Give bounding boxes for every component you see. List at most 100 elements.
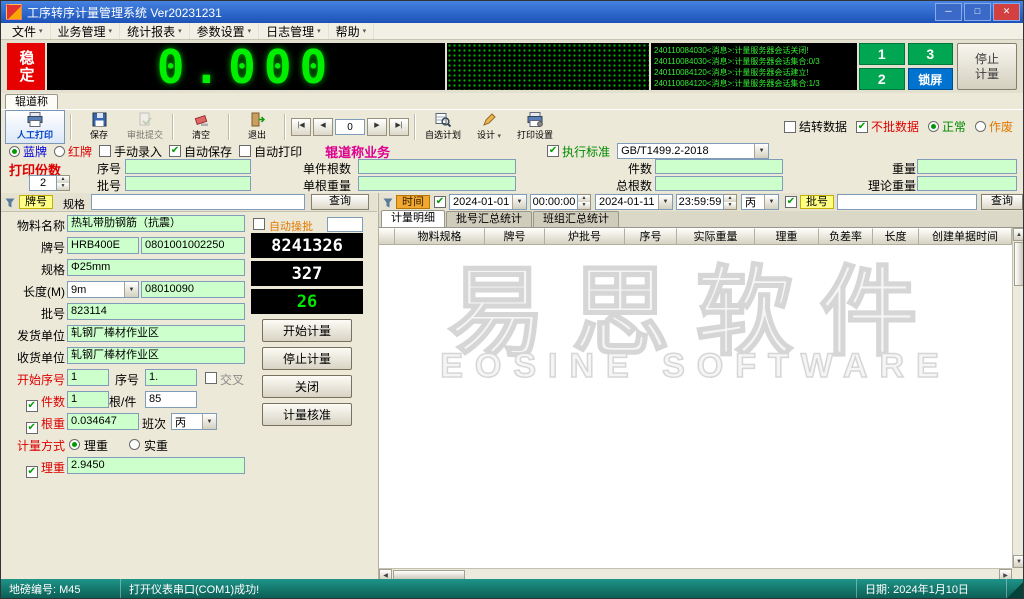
time-filter-chip[interactable]: 时间 (396, 195, 430, 209)
col-heat-lot[interactable]: 炉批号 (545, 228, 625, 245)
tab-team-summary[interactable]: 班组汇总统计 (533, 211, 619, 227)
lock-screen-button[interactable]: 锁屏 (908, 68, 954, 90)
exit-button[interactable]: 退出 (235, 110, 279, 144)
col-theory-weight[interactable]: 理重 (755, 228, 819, 245)
sender-input[interactable]: 轧钢厂棒材作业区 (67, 325, 245, 342)
standard-checkbox[interactable]: ✔ (547, 145, 559, 157)
submit-approval-button[interactable]: 审批提交 (123, 110, 167, 144)
roots-per-piece-input[interactable]: 85 (145, 391, 197, 408)
start-weighing-button[interactable]: 开始计量 (262, 319, 352, 342)
save-button[interactable]: 保存 (77, 110, 121, 144)
spin-up-icon[interactable]: ▲ (724, 195, 736, 202)
carry-data-checkbox[interactable] (784, 121, 796, 133)
manual-entry-checkbox[interactable] (99, 145, 111, 157)
red-tag-radio[interactable] (54, 146, 65, 157)
spec-input[interactable]: Φ25mm (67, 259, 245, 276)
design-button[interactable]: 设计 ▾ (467, 110, 511, 144)
nav-first-button[interactable]: |◀ (291, 118, 311, 136)
pieces-checkbox[interactable]: ✔ (26, 400, 38, 412)
tab-weighing-detail[interactable]: 计量明细 (381, 210, 445, 227)
col-material-spec[interactable]: 物料规格 (395, 228, 485, 245)
theory-checkbox[interactable]: ✔ (26, 466, 38, 478)
length-select[interactable]: 9m▼ (67, 281, 139, 298)
date-from-picker[interactable]: 2024-01-01▼ (449, 194, 527, 210)
auto-save-checkbox[interactable]: ✔ (169, 145, 181, 157)
close-panel-button[interactable]: 关闭 (262, 375, 352, 398)
seq2-input[interactable]: 1. (145, 369, 197, 386)
auto-batch-checkbox[interactable] (253, 218, 265, 230)
no-batch-checkbox[interactable]: ✔ (856, 121, 868, 133)
stop-weighing-big-button[interactable]: 停止计量 (957, 43, 1017, 90)
spec-filter-input[interactable] (91, 194, 305, 210)
nav-next-button[interactable]: ▶ (367, 118, 387, 136)
menu-item-business[interactable]: 业务管理▾ (51, 23, 121, 39)
manual-print-button[interactable]: 人工打印 (5, 110, 65, 144)
right-search-button[interactable]: 查询 (981, 194, 1023, 210)
resize-grip[interactable] (1007, 579, 1023, 598)
col-brand[interactable]: 牌号 (485, 228, 545, 245)
seq-input[interactable] (125, 159, 251, 174)
length-code-input[interactable]: 08010090 (141, 281, 245, 298)
lot-input[interactable]: 823114 (67, 303, 245, 320)
scroll-down-icon[interactable]: ▼ (1013, 555, 1024, 568)
material-name-input[interactable]: 热轧带肋钢筋（抗震） (67, 215, 245, 232)
method-actual-radio[interactable] (129, 439, 140, 450)
nav-prev-button[interactable]: ◀ (313, 118, 333, 136)
shift-filter-select[interactable]: 丙▼ (741, 194, 779, 210)
pieces-form-input[interactable]: 1 (67, 391, 109, 408)
time-to-stepper[interactable]: 23:59:59▲▼ (676, 194, 737, 210)
col-seq[interactable]: 序号 (625, 228, 677, 245)
total-roots-input[interactable] (655, 176, 783, 191)
root-weight-input[interactable]: 0.034647 (67, 413, 139, 430)
close-button[interactable]: ✕ (993, 3, 1020, 21)
record-position-box[interactable]: 0 (335, 119, 365, 135)
theory-form-input[interactable]: 2.9450 (67, 457, 245, 474)
col-neg-tolerance[interactable]: 负差率 (819, 228, 873, 245)
brand-input[interactable]: HRB400E (67, 237, 139, 254)
left-search-button[interactable]: 查询 (311, 194, 369, 210)
menu-item-logs[interactable]: 日志管理▾ (259, 23, 329, 39)
menu-item-settings[interactable]: 参数设置▾ (190, 23, 260, 39)
clear-button[interactable]: 清空 (179, 110, 223, 144)
time-filter-checkbox[interactable]: ✔ (434, 196, 446, 208)
start-seq-input[interactable]: 1 (67, 369, 109, 386)
vertical-scrollbar[interactable]: ▲ ▼ (1012, 228, 1024, 568)
receiver-input[interactable]: 轧钢厂棒材作业区 (67, 347, 245, 364)
menu-item-reports[interactable]: 统计报表▾ (120, 23, 190, 39)
auto-batch-input[interactable] (327, 217, 363, 232)
spin-up-icon[interactable]: ▲ (57, 176, 69, 183)
brand-code-input[interactable]: 0801001002250 (141, 237, 245, 254)
col-actual-weight[interactable]: 实际重量 (677, 228, 755, 245)
blue-tag-radio[interactable] (9, 146, 20, 157)
col-length[interactable]: 长度 (873, 228, 919, 245)
auto-print-checkbox[interactable] (239, 145, 251, 157)
print-setup-button[interactable]: 打印设置 (513, 110, 557, 144)
weight-input[interactable] (917, 159, 1017, 174)
menu-item-help[interactable]: 帮助▾ (329, 23, 375, 39)
method-theory-radio[interactable] (69, 439, 80, 450)
normal-radio[interactable] (928, 121, 939, 132)
col-create-time[interactable]: 创建单据时间 (919, 228, 1012, 245)
spin-down-icon[interactable]: ▼ (57, 183, 69, 190)
menu-item-file[interactable]: 文件▾ (5, 23, 51, 39)
per-root-weight-input[interactable] (358, 176, 516, 191)
pieces-input[interactable] (655, 159, 783, 174)
minimize-button[interactable]: ─ (935, 3, 962, 21)
root-weight-checkbox[interactable]: ✔ (26, 422, 38, 434)
standard-select[interactable]: GB/T1499.2-2018▼ (617, 143, 769, 159)
brand-filter-chip[interactable]: 牌号 (19, 195, 53, 209)
tab-roller-scale[interactable]: 辊道称 (5, 94, 58, 110)
shift-select[interactable]: 丙▼ (171, 413, 217, 430)
cross-checkbox[interactable] (205, 372, 217, 384)
batch-filter-checkbox[interactable]: ✔ (785, 196, 797, 208)
void-radio[interactable] (975, 121, 986, 132)
scroll-up-icon[interactable]: ▲ (1013, 228, 1024, 241)
scroll-thumb[interactable] (1014, 242, 1024, 286)
spin-up-icon[interactable]: ▲ (578, 195, 590, 202)
maximize-button[interactable]: □ (964, 3, 991, 21)
print-copies-stepper[interactable]: 2 ▲▼ (29, 175, 70, 191)
nav-last-button[interactable]: ▶| (389, 118, 409, 136)
batch-input[interactable] (125, 176, 251, 191)
time-from-stepper[interactable]: 00:00:00▲▼ (530, 194, 591, 210)
verify-weighing-button[interactable]: 计量核准 (262, 403, 352, 426)
